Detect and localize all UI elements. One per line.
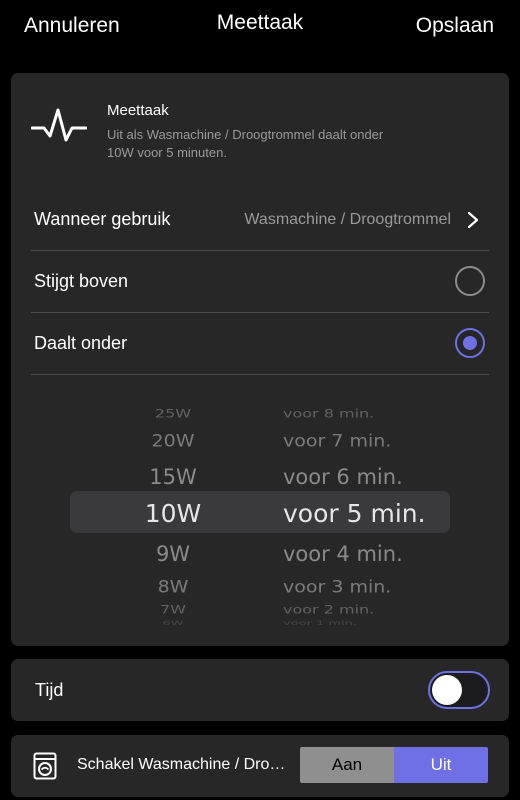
picker-duration-option[interactable]: voor 2 min.	[283, 603, 374, 616]
picker-watt-option[interactable]: 8W	[133, 577, 213, 597]
switch-card: Schakel Wasmachine / Droogtrommel Aan Ui…	[11, 735, 509, 797]
picker-duration-option[interactable]: voor 3 min.	[283, 577, 391, 597]
save-button[interactable]: Opslaan	[416, 14, 494, 38]
threshold-duration-picker[interactable]: 30W voor 9 min. 25W voor 8 min. 20W voor 7 mi…	[11, 395, 509, 625]
picker-duration-option[interactable]: voor 1 min.	[283, 620, 357, 625]
picker-duration-option[interactable]: voor 8 min.	[283, 407, 374, 420]
pulse-icon	[31, 108, 87, 142]
picker-watt-option[interactable]: 25W	[133, 407, 213, 420]
picker-watt-option[interactable]: 30W	[133, 395, 213, 397]
picker-duration-option[interactable]: voor 4 min.	[283, 542, 403, 566]
when-used-label: Wanneer gebruik	[34, 209, 171, 229]
washing-machine-icon	[33, 752, 57, 780]
picker-duration-selected[interactable]: voor 5 min.	[283, 499, 426, 528]
task-description: Uit als Wasmachine / Droogtrommel daalt …	[107, 127, 384, 160]
picker-duration-option[interactable]: voor 9 min.	[283, 395, 363, 397]
condition-falls-below-row[interactable]: Daalt onder	[31, 313, 489, 375]
time-card: Tijd	[11, 659, 509, 721]
time-toggle[interactable]	[428, 671, 490, 709]
switch-label: Schakel Wasmachine / Droogtrommel	[77, 756, 292, 773]
task-title: Meettaak	[107, 102, 169, 119]
toggle-knob	[432, 675, 462, 705]
picker-watt-option[interactable]: 15W	[133, 465, 213, 489]
picker-watt-option[interactable]: 6W	[133, 620, 213, 625]
picker-watt-selected[interactable]: 10W	[133, 499, 213, 528]
off-segment[interactable]: Uit	[394, 747, 488, 783]
picker-watt-option[interactable]: 7W	[133, 603, 213, 616]
time-label: Tijd	[35, 680, 64, 700]
top-bar: Annuleren Meettaak Opslaan	[0, 0, 520, 60]
picker-duration-option[interactable]: voor 6 min.	[283, 465, 403, 489]
chevron-right-icon	[467, 211, 479, 229]
on-off-segmented-control: Aan Uit	[300, 747, 488, 783]
when-used-value: Wasmachine / Droogtrommel	[244, 211, 451, 228]
on-segment[interactable]: Aan	[300, 747, 394, 783]
condition-label: Daalt onder	[34, 333, 128, 353]
measurement-task-card: Meettaak Uit als Wasmachine / Droogtromm…	[11, 73, 509, 646]
when-used-row[interactable]: Wanneer gebruik Wasmachine / Droogtromme…	[31, 189, 489, 251]
radio-falls-below[interactable]	[455, 328, 485, 358]
task-summary: Meettaak Uit als Wasmachine / Droogtromm…	[11, 73, 509, 168]
cancel-button[interactable]: Annuleren	[24, 14, 120, 38]
picker-duration-option[interactable]: voor 7 min.	[283, 431, 391, 451]
picker-watt-option[interactable]: 9W	[133, 542, 213, 566]
picker-watt-option[interactable]: 20W	[133, 431, 213, 451]
condition-rises-above-row[interactable]: Stijgt boven	[31, 251, 489, 313]
radio-rises-above[interactable]	[455, 266, 485, 296]
condition-label: Stijgt boven	[34, 271, 129, 291]
